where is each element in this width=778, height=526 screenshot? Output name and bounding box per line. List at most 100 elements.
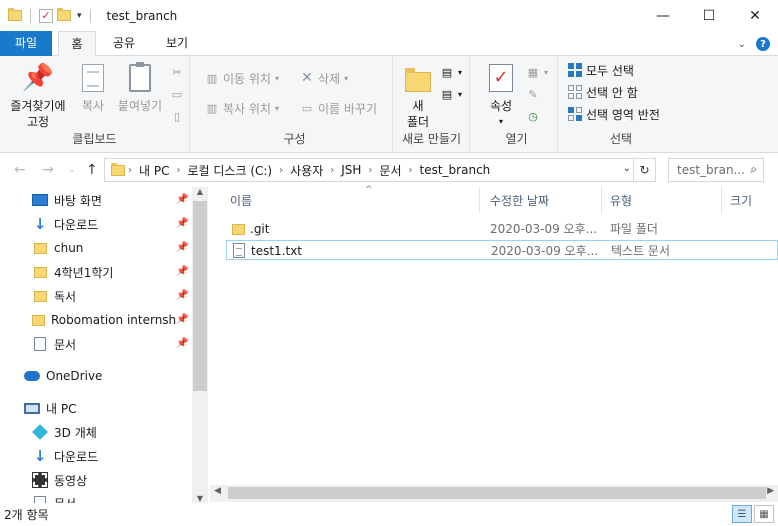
nav-item-pc-documents[interactable]: 문서: [32, 492, 76, 503]
open-icon: ▦: [527, 65, 539, 79]
pin-icon[interactable]: 📌: [176, 290, 188, 301]
history-button[interactable]: ◷: [526, 106, 540, 126]
paste-label: 붙여넣기: [117, 99, 163, 113]
delete-icon: ✕: [301, 70, 313, 86]
up-icon[interactable]: ↑: [86, 162, 98, 178]
search-input[interactable]: test_bran... ⌕: [668, 158, 764, 182]
breadcrumb-test-branch[interactable]: test_branch: [420, 163, 491, 177]
close-button[interactable]: ✕: [732, 0, 778, 31]
chevron-right-icon[interactable]: ›: [409, 165, 413, 176]
easy-access-button[interactable]: ▤ ▾: [440, 84, 462, 104]
nav-item-robomation[interactable]: Robomation internship: [32, 309, 176, 331]
chevron-right-icon[interactable]: ›: [279, 165, 283, 176]
pin-icon: 📌: [21, 63, 55, 93]
copy-to-button[interactable]: ▥ 복사 위치 ▾: [205, 98, 279, 118]
scroll-right-icon[interactable]: ▶: [767, 486, 774, 496]
new-item-button[interactable]: ▤ ▾: [440, 62, 462, 82]
delete-button[interactable]: ✕ 삭제 ▾: [300, 68, 348, 88]
tab-home[interactable]: 홈: [58, 31, 96, 57]
properties-button[interactable]: ✓ 속성 ▾: [480, 62, 522, 130]
copy-button[interactable]: 복사: [74, 62, 112, 114]
nav-item-desktop[interactable]: 바탕 화면: [32, 189, 102, 211]
cut-button[interactable]: ✂: [170, 62, 184, 82]
tab-share[interactable]: 공유: [104, 31, 144, 56]
nav-item-this-pc[interactable]: 내 PC: [24, 397, 76, 419]
pin-icon[interactable]: 📌: [176, 218, 188, 229]
help-icon[interactable]: ?: [756, 37, 770, 51]
navigation-pane: 바탕 화면 📌 ↓ 다운로드 📌 chun 📌 4학년1학기 📌 독서 📌 Ro…: [0, 187, 208, 503]
pin-icon[interactable]: 📌: [176, 338, 188, 349]
nav-item-3d-objects[interactable]: 3D 개체: [32, 421, 97, 443]
nav-item-videos[interactable]: 동영상: [32, 469, 87, 491]
nav-item-chun[interactable]: chun: [32, 237, 83, 259]
properties-icon[interactable]: ✓: [39, 8, 53, 23]
large-icons-view-icon[interactable]: ▦: [754, 505, 774, 523]
invert-selection-icon: [568, 107, 582, 121]
scroll-up-icon[interactable]: ▲: [192, 187, 208, 196]
tab-file[interactable]: 파일: [0, 31, 52, 56]
nav-item-pc-downloads[interactable]: ↓ 다운로드: [32, 445, 98, 467]
pin-icon[interactable]: 📌: [176, 266, 188, 277]
pin-icon[interactable]: 📌: [176, 194, 188, 205]
nav-item-semester[interactable]: 4학년1학기: [32, 261, 113, 283]
nav-item-label: 바탕 화면: [54, 193, 102, 208]
paste-button[interactable]: 붙여넣기: [114, 62, 166, 114]
scroll-down-icon[interactable]: ▼: [192, 494, 208, 503]
nav-item-reading[interactable]: 독서: [32, 285, 76, 307]
expand-ribbon-icon[interactable]: ⌄: [738, 39, 746, 50]
column-header-type[interactable]: 유형: [602, 187, 722, 213]
minimize-button[interactable]: —: [640, 0, 686, 31]
recent-locations-icon[interactable]: ⌄: [68, 165, 76, 175]
file-row-git[interactable]: .git 2020-03-09 오후... 파일 폴더: [226, 219, 778, 239]
customize-toolbar-icon[interactable]: ▾: [77, 11, 82, 21]
refresh-icon[interactable]: ↻: [633, 159, 655, 181]
new-folder-icon: [402, 62, 434, 94]
new-folder-button[interactable]: 새 폴더: [400, 62, 436, 130]
tab-view[interactable]: 보기: [156, 31, 198, 56]
nav-item-label: Robomation internship: [51, 313, 176, 327]
nav-pane-scrollbar[interactable]: ▲ ▼: [192, 187, 208, 503]
scrollbar-thumb[interactable]: [193, 201, 207, 391]
scroll-left-icon[interactable]: ◀: [214, 486, 221, 496]
pin-icon[interactable]: 📌: [176, 314, 188, 325]
copy-icon: [77, 62, 109, 94]
new-folder-icon[interactable]: [57, 8, 71, 21]
maximize-button[interactable]: ☐: [686, 0, 732, 31]
copy-path-button[interactable]: ▭: [170, 84, 184, 104]
chevron-right-icon[interactable]: ›: [176, 165, 180, 176]
breadcrumb-local-disk[interactable]: 로컬 디스크 (C:): [187, 162, 272, 179]
select-all-label: 모두 선택: [586, 63, 634, 78]
nav-item-onedrive[interactable]: OneDrive: [24, 365, 102, 387]
pin-icon[interactable]: 📌: [176, 242, 188, 253]
scrollbar-thumb[interactable]: [228, 487, 766, 499]
move-to-button[interactable]: ▥ 이동 위치 ▾: [205, 68, 279, 88]
open-button[interactable]: ▦ ▾: [526, 62, 548, 82]
invert-selection-button[interactable]: 선택 영역 반전: [568, 104, 660, 124]
column-header-modified[interactable]: 수정한 날짜: [482, 187, 602, 213]
chevron-right-icon[interactable]: ›: [330, 165, 334, 176]
breadcrumb-jsh[interactable]: JSH: [341, 163, 361, 177]
chevron-down-icon[interactable]: ⌄: [623, 163, 631, 174]
rename-button[interactable]: ▭ 이름 바꾸기: [300, 98, 377, 118]
select-none-button[interactable]: 선택 안 함: [568, 82, 638, 102]
details-view-icon[interactable]: ☰: [732, 505, 752, 523]
nav-item-downloads[interactable]: ↓ 다운로드: [32, 213, 98, 235]
breadcrumb-documents[interactable]: 문서: [379, 162, 401, 179]
address-bar[interactable]: › 내 PC › 로컬 디스크 (C:) › 사용자 › JSH › 문서 › …: [104, 158, 656, 182]
edit-icon: ✎: [528, 87, 538, 101]
select-all-button[interactable]: 모두 선택: [568, 60, 634, 80]
file-row-test1[interactable]: test1.txt 2020-03-09 오후... 텍스트 문서: [226, 240, 778, 260]
pin-to-quick-access-button[interactable]: 📌 즐겨찾기에 고정: [6, 62, 70, 130]
forward-icon[interactable]: →: [42, 162, 54, 178]
pin-label-line-2: 고정: [26, 115, 50, 129]
back-icon[interactable]: ←: [14, 162, 26, 178]
paste-shortcut-button[interactable]: ▯: [170, 106, 184, 126]
column-header-name[interactable]: ^ 이름: [222, 185, 480, 213]
file-list-scrollbar[interactable]: ◀ ▶: [210, 485, 778, 502]
nav-item-documents[interactable]: 문서: [32, 333, 76, 355]
chevron-right-icon[interactable]: ›: [368, 165, 372, 176]
breadcrumb-this-pc[interactable]: 내 PC: [139, 162, 169, 179]
breadcrumb-users[interactable]: 사용자: [290, 162, 323, 179]
column-header-size[interactable]: 크기: [722, 187, 778, 213]
edit-button[interactable]: ✎: [526, 84, 540, 104]
